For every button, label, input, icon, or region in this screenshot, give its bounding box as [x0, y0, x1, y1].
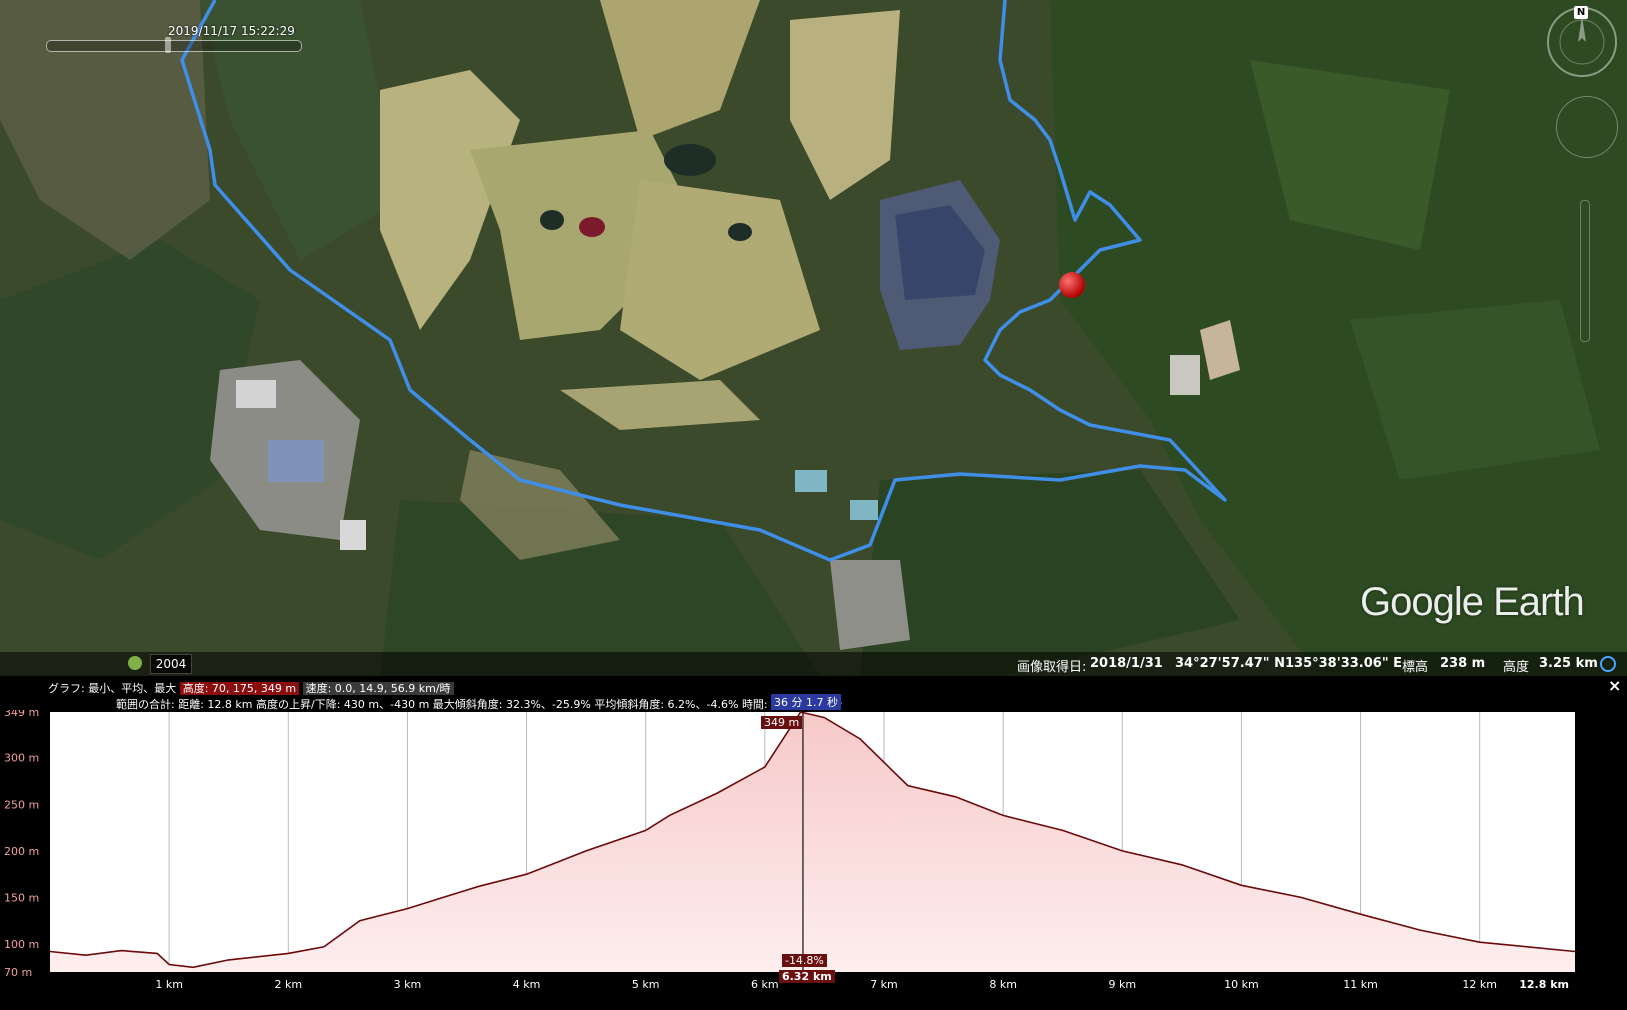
x-tick-label: 10 km [1224, 978, 1259, 991]
altitude-label: 高度 [1503, 660, 1530, 675]
cursor-elevation-label: 349 m [760, 716, 803, 729]
y-tick-label: 300 m [4, 752, 39, 765]
x-tick-label: 6 km [751, 978, 779, 991]
close-profile-button[interactable]: × [1608, 676, 1621, 695]
y-tick-label: 200 m [4, 845, 39, 858]
x-tick-label: 1 km [155, 978, 183, 991]
time-slider-handle[interactable] [165, 37, 171, 53]
cursor-distance-label: 6.32 km [778, 970, 835, 983]
y-tick-label: 70 m [4, 966, 32, 979]
cursor-slope-label: -14.8% [781, 954, 827, 967]
x-tick-label: 3 km [394, 978, 422, 991]
x-tick-label: 12.8 km [1519, 978, 1569, 991]
status-bar: 2004 画像取得日: 2018/1/31 34°27'57.47" N 135… [0, 652, 1627, 676]
x-tick-label: 11 km [1343, 978, 1378, 991]
look-joystick[interactable] [1556, 96, 1618, 158]
google-earth-logo: Google Earth [1360, 580, 1585, 624]
historical-imagery-icon[interactable] [128, 656, 142, 670]
x-tick-label: 4 km [513, 978, 541, 991]
x-tick-label: 7 km [870, 978, 898, 991]
time-slider-label: 2019/11/17 15:22:29 [168, 24, 295, 38]
x-tick-label: 12 km [1462, 978, 1497, 991]
y-tick-label: 150 m [4, 891, 39, 904]
x-tick-label: 8 km [989, 978, 1017, 991]
elevation-label: 標高 [1402, 660, 1429, 675]
x-tick-label: 9 km [1108, 978, 1136, 991]
image-date: 2018/1/31 [1090, 656, 1163, 671]
satellite-imagery[interactable] [0, 0, 1627, 676]
imagery-year: 2004 [150, 654, 192, 674]
graph-stats: グラフ: 最小、平均、最大 高度: 70, 175, 349 m 速度: 0.0… [48, 680, 454, 696]
image-date-label: 画像取得日: [1017, 660, 1087, 675]
position-marker[interactable] [1059, 272, 1085, 298]
north-label[interactable]: N [1574, 6, 1588, 19]
time-slider[interactable] [46, 37, 302, 53]
longitude: 135°38'33.06" E [1285, 656, 1403, 671]
latitude: 34°27'57.47" N [1175, 656, 1285, 671]
zoom-slider[interactable] [1580, 200, 1590, 342]
altitude-stat[interactable]: 高度: 70, 175, 349 m [179, 682, 300, 695]
status-globe-icon[interactable] [1600, 656, 1616, 672]
graph-label: グラフ: 最小、平均、最大 [48, 682, 177, 695]
elevation-profile-panel: グラフ: 最小、平均、最大 高度: 70, 175, 349 m 速度: 0.0… [0, 676, 1627, 1010]
speed-stat[interactable]: 速度: 0.0, 14.9, 56.9 km/時 [302, 682, 454, 695]
x-tick-label: 5 km [632, 978, 660, 991]
cursor-time-label: 36 分 1.7 秒 [770, 694, 841, 710]
y-tick-label: 349 m [4, 710, 39, 719]
elevation-value: 238 m [1440, 656, 1486, 671]
y-tick-label: 250 m [4, 798, 39, 811]
x-tick-label: 2 km [274, 978, 302, 991]
y-tick-label: 100 m [4, 938, 39, 951]
map-view[interactable]: 2019/11/17 15:22:29 N Google Earth 2004 … [0, 0, 1627, 676]
altitude-value: 3.25 km [1539, 656, 1598, 671]
